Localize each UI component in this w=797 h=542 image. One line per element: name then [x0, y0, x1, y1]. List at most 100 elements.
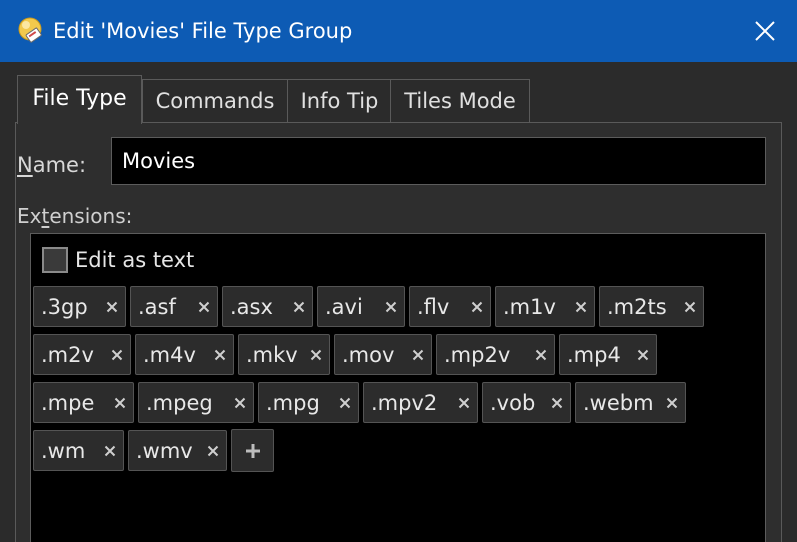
plus-icon [245, 443, 260, 458]
name-label-text: ame: [32, 153, 87, 177]
extension-chip: .mpeg [138, 382, 254, 423]
remove-extension-button[interactable] [332, 382, 358, 423]
tab-label: Tiles Mode [404, 89, 516, 113]
remove-extension-button[interactable] [630, 334, 656, 375]
extension-chip-label: .wmv [136, 438, 193, 463]
extension-chip-label: .wm [41, 438, 86, 463]
close-icon [234, 397, 246, 408]
remove-extension-button[interactable] [97, 430, 123, 471]
extension-chip-label: .mpe [41, 390, 95, 415]
remove-extension-button[interactable] [659, 382, 685, 423]
tab-file-type[interactable]: File Type [17, 75, 142, 124]
extension-chip-label: .3gp [41, 294, 88, 319]
remove-extension-button[interactable] [405, 334, 431, 375]
close-icon [111, 349, 123, 360]
extension-chip: .mp4 [559, 334, 657, 375]
extension-chip: .m1v [495, 286, 595, 327]
remove-extension-button[interactable] [378, 286, 404, 327]
extension-chip: .wmv [128, 430, 227, 471]
tab-commands[interactable]: Commands [142, 79, 288, 123]
close-icon [575, 301, 587, 312]
close-icon [339, 397, 351, 408]
close-button[interactable] [733, 0, 797, 62]
close-icon [637, 349, 649, 360]
name-label: Name: [17, 152, 86, 178]
close-icon [207, 445, 219, 456]
extension-chip: .asf [130, 286, 218, 327]
close-icon [106, 301, 118, 312]
remove-extension-button[interactable] [451, 382, 477, 423]
extension-chip-label: .avi [325, 294, 363, 319]
extension-chip: .m4v [135, 334, 234, 375]
close-icon [666, 397, 678, 408]
close-icon [114, 397, 126, 408]
remove-extension-button[interactable] [528, 334, 554, 375]
extension-chip: .mp2v [436, 334, 555, 375]
extension-chip-label: .m2v [41, 342, 94, 367]
extensions-label-end: ensions: [49, 204, 133, 228]
close-icon [684, 301, 696, 312]
extension-chip: .m2ts [599, 286, 704, 327]
close-icon [412, 349, 424, 360]
remove-extension-button[interactable] [303, 334, 329, 375]
tab-info-tip[interactable]: Info Tip [287, 79, 392, 123]
title-bar: Edit 'Movies' File Type Group [0, 0, 797, 62]
extension-chip: .mov [334, 334, 432, 375]
name-input[interactable] [111, 137, 766, 185]
extension-chip-label: .asx [230, 294, 273, 319]
extension-chip-label: .webm [583, 390, 654, 415]
close-icon [535, 349, 547, 360]
extension-chip: .vob [482, 382, 571, 423]
extension-chip-label: .m2ts [607, 294, 667, 319]
remove-extension-button[interactable] [99, 286, 125, 327]
extension-chip: .3gp [33, 286, 126, 327]
remove-extension-button[interactable] [200, 430, 226, 471]
extension-chip: .avi [317, 286, 405, 327]
close-icon [198, 301, 210, 312]
remove-extension-button[interactable] [207, 334, 233, 375]
close-icon [104, 445, 116, 456]
extension-chip-label: .mpv2 [371, 390, 438, 415]
extension-chip-label: .mpeg [146, 390, 213, 415]
tab-label: Commands [155, 89, 275, 113]
window-title: Edit 'Movies' File Type Group [53, 19, 353, 43]
extension-chip-label: .m4v [143, 342, 196, 367]
remove-extension-button[interactable] [568, 286, 594, 327]
tab-tiles-mode[interactable]: Tiles Mode [390, 79, 530, 123]
extension-chip-label: .vob [490, 390, 536, 415]
extension-chip: .mpg [258, 382, 359, 423]
remove-extension-button[interactable] [464, 286, 490, 327]
close-icon [755, 21, 775, 41]
remove-extension-button[interactable] [107, 382, 133, 423]
close-icon [551, 397, 563, 408]
extension-chip-label: .m1v [503, 294, 556, 319]
extension-chip: .m2v [33, 334, 131, 375]
extension-chip-label: .mp2v [444, 342, 511, 367]
remove-extension-button[interactable] [677, 286, 703, 327]
remove-extension-button[interactable] [191, 286, 217, 327]
extension-chip-label: .mov [342, 342, 395, 367]
close-icon [385, 301, 397, 312]
name-label-mnemonic: N [17, 153, 33, 177]
close-icon [458, 397, 470, 408]
extension-chip: .mpv2 [363, 382, 478, 423]
extension-chip-label: .asf [138, 294, 176, 319]
close-icon [310, 349, 322, 360]
dialog-body: File Type Commands Info Tip Tiles Mode N… [2, 62, 795, 542]
remove-extension-button[interactable] [286, 286, 312, 327]
extension-chip-label: .mpg [266, 390, 320, 415]
close-icon [214, 349, 226, 360]
extension-chip: .wm [33, 430, 124, 471]
extensions-label: Extensions: [17, 203, 132, 229]
app-icon [18, 17, 42, 43]
extension-chip-label: .flv [417, 294, 450, 319]
extensions-box: Edit as text .3gp .asf .asx .avi .flv .m1v .m2… [30, 233, 766, 542]
remove-extension-button[interactable] [104, 334, 130, 375]
extension-chip: .flv [409, 286, 491, 327]
add-extension-button[interactable] [231, 429, 274, 472]
close-icon [293, 301, 305, 312]
remove-extension-button[interactable] [227, 382, 253, 423]
remove-extension-button[interactable] [544, 382, 570, 423]
extension-chip: .mkv [238, 334, 330, 375]
tab-label: File Type [32, 86, 127, 111]
